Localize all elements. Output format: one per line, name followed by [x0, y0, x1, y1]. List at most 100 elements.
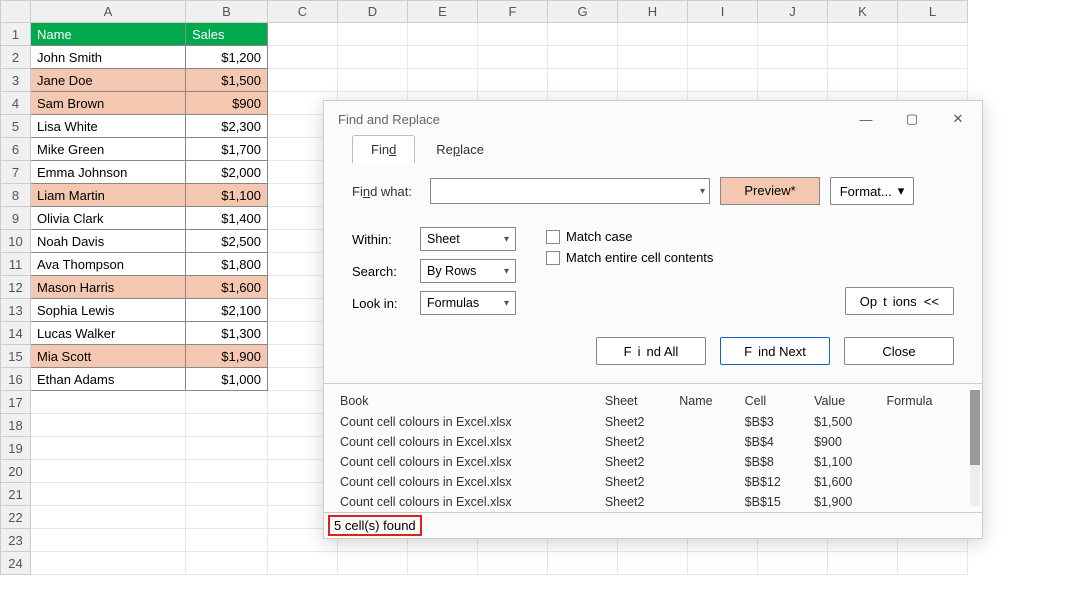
results-col-sheet[interactable]: Sheet [599, 390, 673, 412]
row-header[interactable]: 7 [1, 161, 31, 184]
cell[interactable] [408, 69, 478, 92]
format-button[interactable]: Format... ▾ [830, 177, 914, 205]
cell[interactable]: $1,000 [186, 368, 268, 391]
cell[interactable] [898, 552, 968, 575]
results-row[interactable]: Count cell colours in Excel.xlsxSheet2$B… [334, 452, 964, 472]
cell[interactable]: Noah Davis [31, 230, 186, 253]
cell[interactable] [31, 391, 186, 414]
cell[interactable] [408, 23, 478, 46]
cell[interactable] [548, 69, 618, 92]
match-case-checkbox[interactable] [546, 230, 560, 244]
cell[interactable]: $1,900 [186, 345, 268, 368]
column-header[interactable]: C [268, 1, 338, 23]
cell[interactable] [268, 552, 338, 575]
cell[interactable]: John Smith [31, 46, 186, 69]
cell[interactable]: $1,700 [186, 138, 268, 161]
results-scrollbar[interactable] [970, 390, 980, 506]
cell[interactable]: $1,200 [186, 46, 268, 69]
cell[interactable] [268, 23, 338, 46]
cell[interactable] [898, 69, 968, 92]
row-header[interactable]: 9 [1, 207, 31, 230]
cell[interactable] [186, 460, 268, 483]
cell[interactable] [31, 483, 186, 506]
row-header[interactable]: 16 [1, 368, 31, 391]
cell[interactable]: $1,500 [186, 69, 268, 92]
cell[interactable] [548, 46, 618, 69]
results-col-cell[interactable]: Cell [739, 390, 808, 412]
cell[interactable] [618, 69, 688, 92]
search-select[interactable]: By Rows▾ [420, 259, 516, 283]
cell[interactable] [186, 506, 268, 529]
cell[interactable] [688, 69, 758, 92]
results-row[interactable]: Count cell colours in Excel.xlsxSheet2$B… [334, 432, 964, 452]
cell[interactable]: $2,000 [186, 161, 268, 184]
column-header[interactable]: E [408, 1, 478, 23]
cell[interactable] [186, 552, 268, 575]
cell[interactable]: Jane Doe [31, 69, 186, 92]
row-header[interactable]: 21 [1, 483, 31, 506]
cell[interactable] [758, 23, 828, 46]
row-header[interactable]: 19 [1, 437, 31, 460]
cell[interactable] [31, 529, 186, 552]
select-all-corner[interactable] [1, 1, 31, 23]
row-header[interactable]: 20 [1, 460, 31, 483]
maximize-icon[interactable]: ▢ [902, 111, 922, 127]
cell[interactable]: $1,300 [186, 322, 268, 345]
cell[interactable] [408, 46, 478, 69]
column-header[interactable]: A [31, 1, 186, 23]
column-header[interactable]: I [688, 1, 758, 23]
lookin-select[interactable]: Formulas▾ [420, 291, 516, 315]
minimize-icon[interactable]: — [856, 111, 876, 127]
find-all-button[interactable]: Find All [596, 337, 706, 365]
column-header[interactable]: D [338, 1, 408, 23]
cell[interactable] [31, 414, 186, 437]
cell[interactable] [758, 552, 828, 575]
cell[interactable] [31, 460, 186, 483]
column-header[interactable]: L [898, 1, 968, 23]
chevron-down-icon[interactable]: ▾ [898, 183, 905, 199]
cell[interactable]: Mike Green [31, 138, 186, 161]
results-col-formula[interactable]: Formula [881, 390, 964, 412]
cell[interactable] [618, 23, 688, 46]
cell[interactable]: Mason Harris [31, 276, 186, 299]
row-header[interactable]: 12 [1, 276, 31, 299]
cell[interactable] [408, 552, 478, 575]
row-header[interactable]: 6 [1, 138, 31, 161]
column-header[interactable]: J [758, 1, 828, 23]
row-header[interactable]: 24 [1, 552, 31, 575]
column-header[interactable]: G [548, 1, 618, 23]
row-header[interactable]: 17 [1, 391, 31, 414]
cell[interactable] [338, 23, 408, 46]
cell[interactable] [478, 23, 548, 46]
column-header[interactable]: H [618, 1, 688, 23]
cell[interactable]: Name [31, 23, 186, 46]
row-header[interactable]: 10 [1, 230, 31, 253]
cell[interactable] [31, 437, 186, 460]
row-header[interactable]: 13 [1, 299, 31, 322]
row-header[interactable]: 23 [1, 529, 31, 552]
cell[interactable]: $1,100 [186, 184, 268, 207]
cell[interactable] [478, 69, 548, 92]
column-header[interactable]: F [478, 1, 548, 23]
cell[interactable] [186, 414, 268, 437]
results-table[interactable]: Book Sheet Name Cell Value Formula Count… [334, 390, 964, 512]
cell[interactable]: $1,600 [186, 276, 268, 299]
match-entire-checkbox[interactable] [546, 251, 560, 265]
cell[interactable] [478, 552, 548, 575]
row-header[interactable]: 15 [1, 345, 31, 368]
cell[interactable] [688, 46, 758, 69]
row-header[interactable]: 11 [1, 253, 31, 276]
find-what-input[interactable]: ▾ [430, 178, 710, 204]
cell[interactable]: $2,300 [186, 115, 268, 138]
row-header[interactable]: 4 [1, 92, 31, 115]
cell[interactable]: Emma Johnson [31, 161, 186, 184]
within-select[interactable]: Sheet▾ [420, 227, 516, 251]
row-header[interactable]: 8 [1, 184, 31, 207]
cell[interactable] [268, 69, 338, 92]
chevron-down-icon[interactable]: ▾ [700, 186, 705, 197]
cell[interactable]: $2,100 [186, 299, 268, 322]
cell[interactable] [548, 23, 618, 46]
cell[interactable] [828, 46, 898, 69]
cell[interactable] [828, 552, 898, 575]
cell[interactable] [338, 552, 408, 575]
